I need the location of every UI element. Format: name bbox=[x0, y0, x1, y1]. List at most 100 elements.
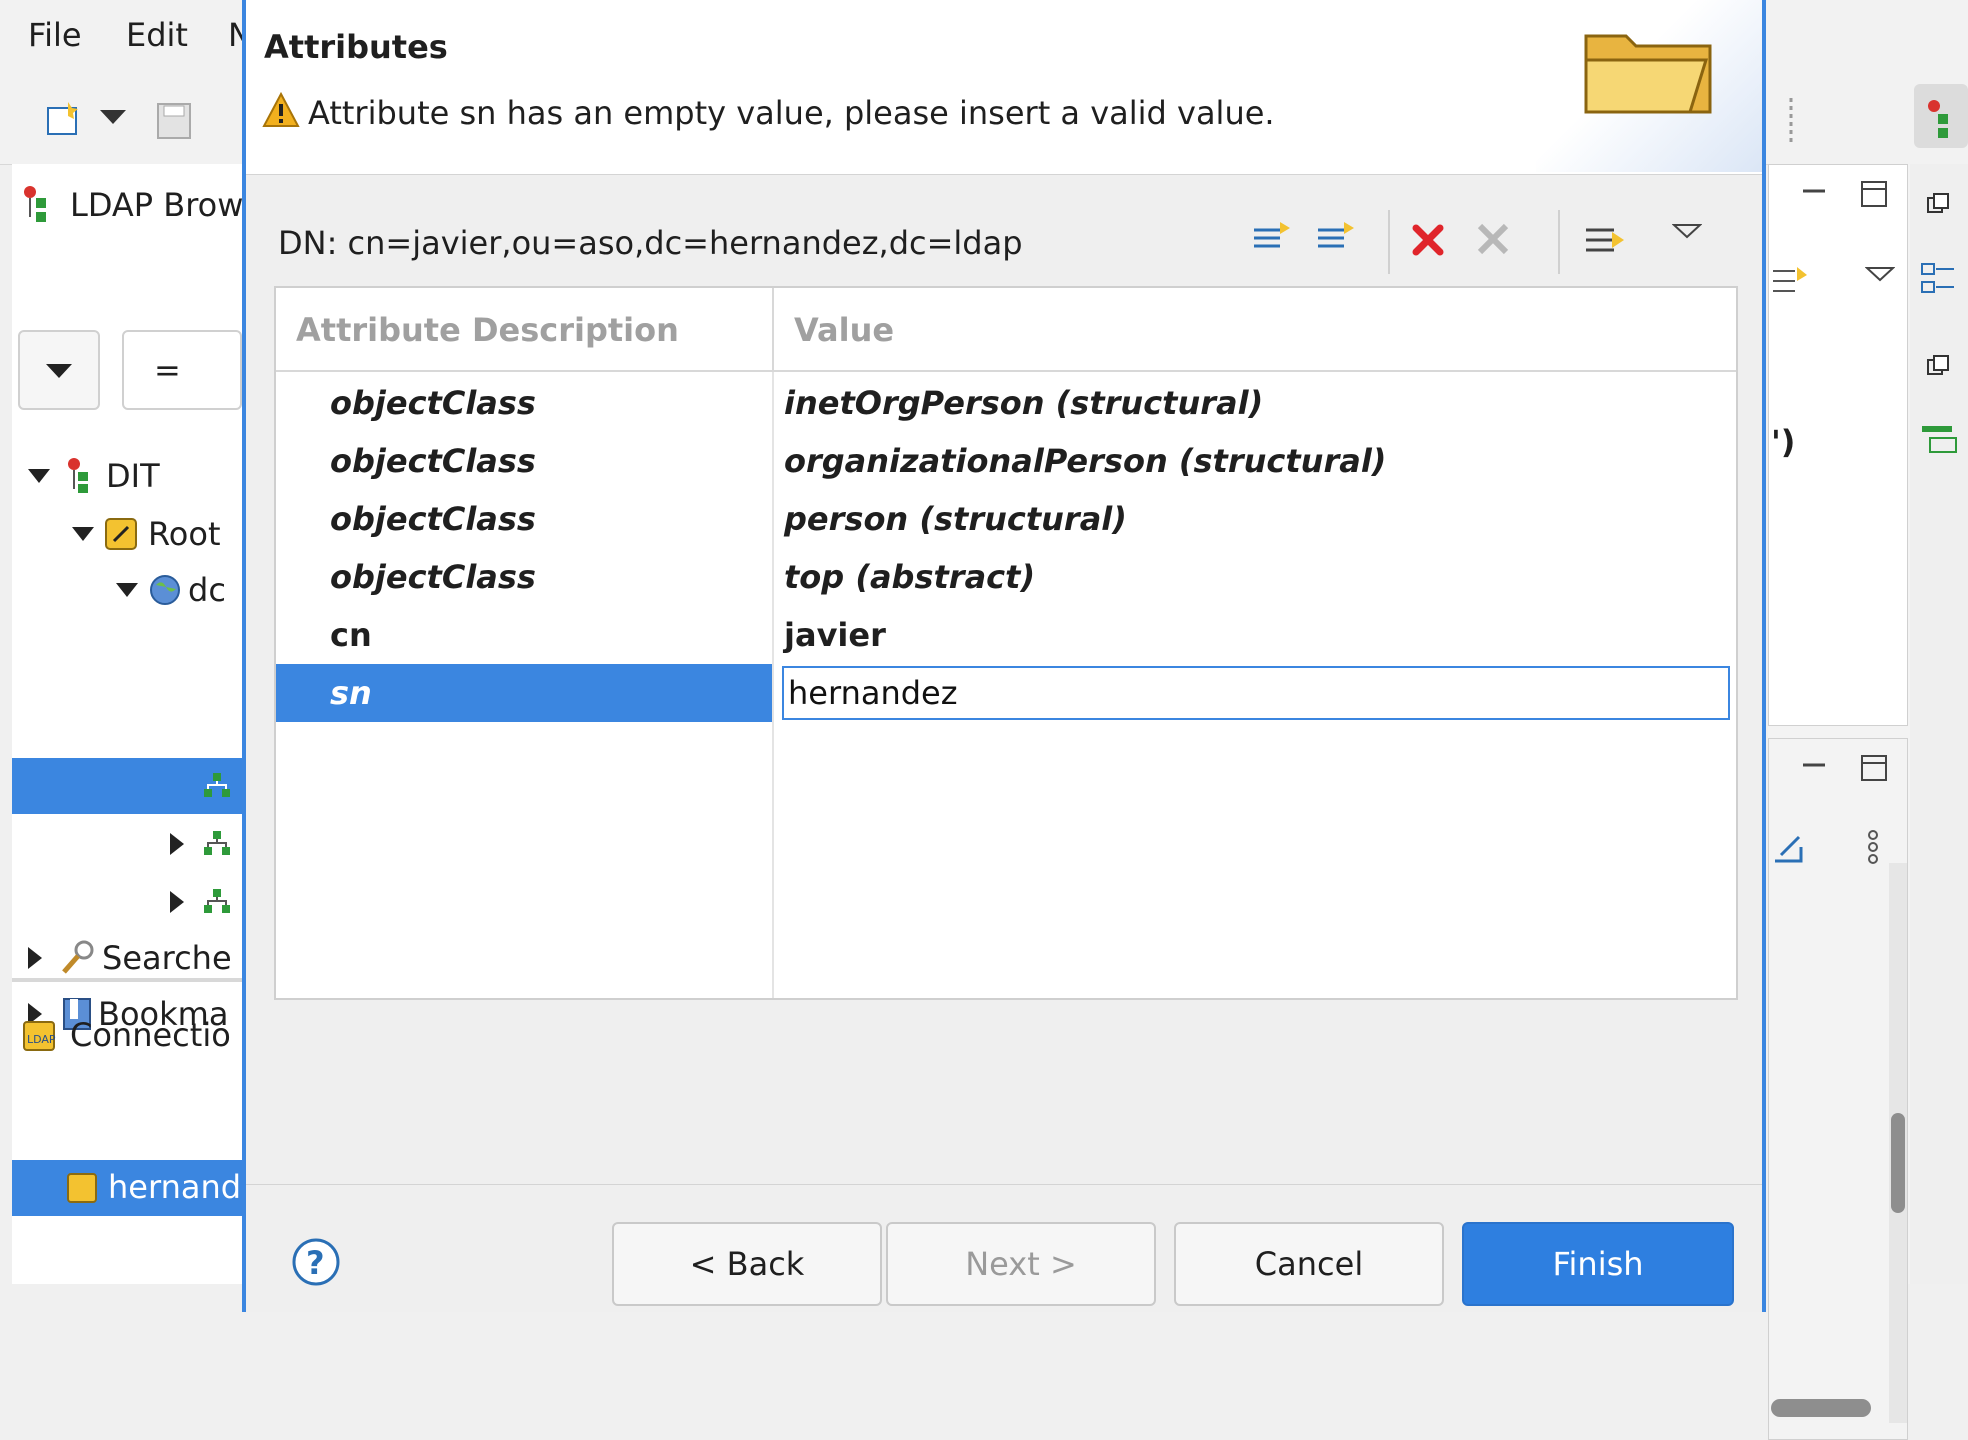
folder-icon bbox=[1584, 34, 1712, 114]
save-icon[interactable] bbox=[156, 102, 192, 142]
side-toolbar bbox=[1910, 164, 1968, 1284]
ou-icon bbox=[204, 773, 230, 797]
collapsed-arrow-icon[interactable] bbox=[164, 887, 188, 917]
outline-view: ') bbox=[1768, 164, 1908, 726]
restore-icon[interactable] bbox=[1926, 354, 1950, 378]
menu-file[interactable]: File bbox=[28, 16, 82, 54]
new-attribute-icon[interactable] bbox=[1252, 220, 1292, 256]
attribute-value-editor[interactable] bbox=[782, 666, 1730, 720]
filter-dropdown[interactable] bbox=[18, 330, 100, 410]
collapsed-arrow-icon[interactable] bbox=[164, 829, 188, 859]
minimize-icon[interactable] bbox=[1799, 181, 1829, 201]
menu-edit[interactable]: Edit bbox=[126, 16, 188, 54]
new-icon[interactable] bbox=[44, 98, 84, 138]
tree-item-label: Root bbox=[148, 515, 221, 553]
connection-label: hernand bbox=[108, 1168, 242, 1206]
filter-icon[interactable] bbox=[1771, 261, 1811, 301]
back-button[interactable]: < Back bbox=[612, 1222, 882, 1306]
properties-view bbox=[1768, 738, 1908, 1440]
column-header-description[interactable]: Attribute Description bbox=[296, 288, 679, 372]
expanded-arrow-icon[interactable] bbox=[68, 519, 98, 549]
toolbar-separator bbox=[1558, 210, 1560, 274]
wizard-banner bbox=[1536, 0, 1762, 172]
tree-item-label: Searche bbox=[102, 939, 232, 977]
next-button[interactable]: Next > bbox=[886, 1222, 1156, 1306]
tree-item-ou[interactable] bbox=[12, 874, 242, 930]
attribute-value: top (abstract) bbox=[784, 558, 1036, 596]
attribute-description: objectClass bbox=[330, 558, 536, 596]
attribute-description: objectClass bbox=[330, 442, 536, 480]
attribute-value: inetOrgPerson (structural) bbox=[784, 384, 1264, 422]
table-row[interactable]: cn javier bbox=[276, 606, 1736, 664]
tree-item-dc[interactable]: dc bbox=[12, 562, 242, 618]
connections-icon: LDAP bbox=[20, 1016, 60, 1056]
table-row[interactable]: objectClass inetOrgPerson (structural) bbox=[276, 374, 1736, 432]
connection-item-selected[interactable]: hernand bbox=[12, 1160, 242, 1216]
tree-item-dit[interactable]: DIT bbox=[12, 448, 242, 504]
collapsed-arrow-icon[interactable] bbox=[22, 943, 46, 973]
cancel-button[interactable]: Cancel bbox=[1174, 1222, 1444, 1306]
new-value-icon[interactable] bbox=[1316, 220, 1356, 256]
table-row[interactable]: objectClass person (structural) bbox=[276, 490, 1736, 548]
tree-item-selected[interactable] bbox=[12, 758, 242, 814]
expanded-arrow-icon[interactable] bbox=[112, 575, 142, 605]
new-dropdown-icon[interactable] bbox=[98, 108, 128, 128]
finish-button[interactable]: Finish bbox=[1462, 1222, 1734, 1306]
maximize-icon[interactable] bbox=[1859, 753, 1889, 783]
dialog-message: Attribute sn has an empty value, please … bbox=[308, 94, 1275, 132]
footer-separator bbox=[246, 1184, 1762, 1185]
more-icon[interactable] bbox=[1863, 827, 1883, 867]
toolbar-separator bbox=[1788, 98, 1794, 142]
expanded-arrow-icon[interactable] bbox=[24, 461, 54, 491]
tree-item-label: dc bbox=[188, 571, 226, 609]
outline-icon[interactable] bbox=[1920, 260, 1960, 300]
properties-icon[interactable] bbox=[1920, 422, 1960, 458]
svg-text:LDAP: LDAP bbox=[27, 1033, 56, 1046]
delete-icon[interactable] bbox=[1410, 222, 1446, 258]
ldap-browser-pane: LDAP Brow = DIT Root dc Searche Bookma L… bbox=[12, 164, 245, 1284]
table-row[interactable]: objectClass top (abstract) bbox=[276, 548, 1736, 606]
right-editor-area: ') bbox=[1768, 164, 1968, 1440]
table-row-selected[interactable]: sn bbox=[276, 664, 1736, 722]
tree-item-label: DIT bbox=[106, 457, 160, 495]
attribute-description: cn bbox=[330, 616, 372, 654]
attribute-description: objectClass bbox=[330, 384, 536, 422]
table-header: Attribute Description Value bbox=[276, 288, 1736, 372]
column-header-value[interactable]: Value bbox=[794, 288, 894, 372]
filter-attributes-icon[interactable] bbox=[1584, 220, 1628, 264]
globe-icon bbox=[150, 575, 180, 605]
toolbar-separator bbox=[1388, 210, 1390, 274]
table-row[interactable]: objectClass organizationalPerson (struct… bbox=[276, 432, 1736, 490]
scrollbar-thumb[interactable] bbox=[1891, 1113, 1905, 1213]
vertical-scrollbar[interactable] bbox=[1889, 863, 1907, 1423]
filter-operator[interactable]: = bbox=[122, 330, 242, 410]
warning-icon bbox=[262, 92, 300, 128]
root-dse-icon bbox=[105, 518, 137, 550]
minimize-icon[interactable] bbox=[1799, 755, 1829, 775]
ou-icon bbox=[204, 889, 230, 913]
maximize-icon[interactable] bbox=[1859, 179, 1889, 209]
new-entry-wizard-dialog: Attributes Attribute sn has an empty val… bbox=[242, 0, 1766, 1312]
view-menu-icon[interactable] bbox=[1672, 222, 1702, 242]
svg-text:?: ? bbox=[306, 1244, 325, 1282]
ldap-browser-icon bbox=[20, 182, 60, 226]
horizontal-scrollbar-thumb[interactable] bbox=[1771, 1399, 1871, 1417]
ou-icon bbox=[204, 831, 230, 855]
tree-item-ou[interactable] bbox=[12, 816, 242, 872]
delete-all-icon[interactable] bbox=[1474, 220, 1514, 260]
connections-title: Connectio bbox=[70, 1016, 231, 1054]
attribute-value: javier bbox=[784, 616, 886, 654]
export-icon[interactable] bbox=[1771, 831, 1807, 867]
ldap-perspective-button[interactable] bbox=[1914, 84, 1968, 148]
tree-item-root[interactable]: Root bbox=[12, 506, 242, 562]
dialog-header: Attributes Attribute sn has an empty val… bbox=[246, 0, 1762, 175]
dialog-title: Attributes bbox=[264, 28, 448, 66]
restore-icon[interactable] bbox=[1926, 192, 1950, 216]
connection-icon bbox=[67, 1173, 97, 1203]
pane-separator bbox=[12, 978, 242, 982]
help-icon[interactable]: ? bbox=[290, 1236, 342, 1288]
attribute-description: sn bbox=[330, 674, 372, 712]
attribute-value: organizationalPerson (structural) bbox=[784, 442, 1387, 480]
view-menu-icon[interactable] bbox=[1865, 265, 1895, 285]
outline-fragment: ') bbox=[1771, 423, 1796, 461]
